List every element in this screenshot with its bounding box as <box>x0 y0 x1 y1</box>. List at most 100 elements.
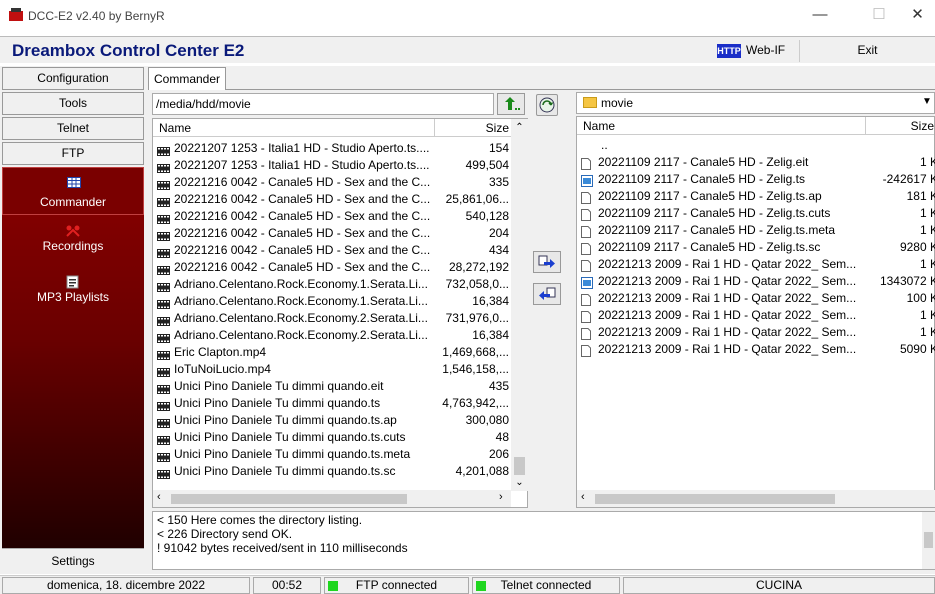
left-path-field[interactable]: /media/hdd/movie <box>152 93 494 115</box>
right-file-row[interactable]: 20221109 2117 - Canale5 HD - Zelig.ts.me… <box>577 222 935 239</box>
left-file-row[interactable]: Adriano.Celentano.Rock.Economy.1.Serata.… <box>153 293 509 310</box>
tab-commander[interactable]: Commander <box>148 67 226 90</box>
copy-right-button[interactable] <box>533 251 561 273</box>
right-file-row[interactable]: 20221213 2009 - Rai 1 HD - Qatar 2022_ S… <box>577 307 935 324</box>
file-size: 1 KB <box>919 325 935 339</box>
left-file-row[interactable]: 20221216 0042 - Canale5 HD - Sex and the… <box>153 242 509 259</box>
left-file-list[interactable]: Name Size ⌃ ⌄ ‹ › 20221207 1253 - Italia… <box>152 118 528 508</box>
scroll-left-icon[interactable]: ‹ <box>581 491 585 503</box>
app-header: Dreambox Control Center E2 HTTP Web-IF E… <box>0 36 935 63</box>
mp3-playlists-item[interactable]: MP3 Playlists <box>2 274 144 304</box>
left-file-row[interactable]: Unici Pino Daniele Tu dimmi quando.ts.sc… <box>153 463 509 480</box>
nav-tools-button[interactable]: Tools <box>2 92 144 115</box>
right-file-row[interactable]: 20221213 2009 - Rai 1 HD - Qatar 2022_ S… <box>577 324 935 341</box>
log-scroll-thumb[interactable] <box>924 532 933 548</box>
right-file-list[interactable]: Name Size ‹ .. 20221109 2117 - Canale5 HD… <box>576 116 935 508</box>
minimize-button[interactable]: — <box>797 0 843 32</box>
commander-item[interactable]: Commander <box>2 167 144 215</box>
left-file-row[interactable]: Unici Pino Daniele Tu dimmi quando.eit 43… <box>153 378 509 395</box>
ftp-status-label: FTP connected <box>355 578 438 592</box>
left-col-name-header[interactable]: Name <box>153 119 435 137</box>
settings-button[interactable]: Settings <box>2 548 144 572</box>
right-file-row[interactable]: 20221213 2009 - Rai 1 HD - Qatar 2022_ S… <box>577 341 935 358</box>
right-file-row[interactable]: 20221213 2009 - Rai 1 HD - Qatar 2022_ S… <box>577 256 935 273</box>
nav-configuration-button[interactable]: Configuration <box>2 67 144 90</box>
scroll-up-icon[interactable]: ⌃ <box>511 119 528 136</box>
right-col-size-header[interactable]: Size <box>866 117 934 135</box>
left-file-row[interactable]: Unici Pino Daniele Tu dimmi quando.ts.me… <box>153 446 509 463</box>
file-size: 732,058,0... <box>445 277 509 291</box>
http-icon[interactable]: HTTP <box>717 44 741 58</box>
movie-file-icon <box>157 280 170 292</box>
ftp-log[interactable]: < 150 Here comes the directory listing. … <box>152 511 935 570</box>
mp3-playlist-icon <box>66 275 79 289</box>
file-name: Adriano.Celentano.Rock.Economy.2.Serata.… <box>174 311 428 325</box>
left-file-row[interactable]: 20221216 0042 - Canale5 HD - Sex and the… <box>153 225 509 242</box>
file-size: 48 <box>495 430 509 444</box>
left-col-size-header[interactable]: Size <box>435 119 511 137</box>
recordings-item[interactable]: Recordings <box>2 223 144 253</box>
left-file-row[interactable]: IoTuNoiLucio.mp4 1,546,158,... <box>153 361 509 378</box>
left-file-row[interactable]: Unici Pino Daniele Tu dimmi quando.ts 4,7… <box>153 395 509 412</box>
nav-telnet-button[interactable]: Telnet <box>2 117 144 140</box>
left-file-row[interactable]: 20221216 0042 - Canale5 HD - Sex and the… <box>153 208 509 225</box>
file-size: 1 KB <box>919 155 935 169</box>
right-horizontal-scrollbar[interactable]: ‹ <box>577 490 935 507</box>
left-file-row[interactable]: 20221216 0042 - Canale5 HD - Sex and the… <box>153 174 509 191</box>
left-file-row[interactable]: Adriano.Celentano.Rock.Economy.1.Serata.… <box>153 276 509 293</box>
file-size: 5090 KB <box>899 342 935 356</box>
copy-left-button[interactable] <box>533 283 561 305</box>
file-size: 100 KB <box>906 291 935 305</box>
file-name: Unici Pino Daniele Tu dimmi quando.ts.cu… <box>174 430 406 444</box>
right-file-row[interactable]: 20221109 2117 - Canale5 HD - Zelig.ts.sc… <box>577 239 935 256</box>
log-line: ! 91042 bytes received/sent in 110 milli… <box>157 541 408 555</box>
file-size: 1343072 KB <box>879 274 935 288</box>
dropdown-arrow-icon[interactable]: ▼ <box>922 96 932 107</box>
tab-strip-line <box>148 89 935 90</box>
left-vertical-scrollbar[interactable]: ⌃ ⌄ <box>511 119 528 491</box>
right-hscroll-thumb[interactable] <box>595 494 835 504</box>
right-file-row[interactable]: 20221109 2117 - Canale5 HD - Zelig.eit 1 … <box>577 154 935 171</box>
close-button[interactable]: ✕ <box>900 0 935 32</box>
right-file-row[interactable]: 20221109 2117 - Canale5 HD - Zelig.ts.ap… <box>577 188 935 205</box>
left-horizontal-scrollbar[interactable]: ‹ › <box>153 490 511 507</box>
left-vscroll-thumb[interactable] <box>514 457 525 475</box>
movie-file-icon <box>157 331 170 343</box>
left-file-row[interactable]: Adriano.Celentano.Rock.Economy.2.Serata.… <box>153 327 509 344</box>
exit-button[interactable]: Exit <box>800 39 935 62</box>
right-file-row[interactable]: .. <box>577 137 935 154</box>
maximize-button[interactable]: ☐ <box>856 0 902 32</box>
right-file-row[interactable]: 20221213 2009 - Rai 1 HD - Qatar 2022_ S… <box>577 290 935 307</box>
right-file-row[interactable]: 20221109 2117 - Canale5 HD - Zelig.ts -24… <box>577 171 935 188</box>
refresh-button[interactable] <box>536 94 558 116</box>
left-file-row[interactable]: Adriano.Celentano.Rock.Economy.2.Serata.… <box>153 310 509 327</box>
scroll-right-icon[interactable]: › <box>499 491 503 503</box>
left-file-row[interactable]: Unici Pino Daniele Tu dimmi quando.ts.ap… <box>153 412 509 429</box>
folder-icon <box>583 97 597 108</box>
movie-file-icon <box>157 467 170 479</box>
left-file-row[interactable]: Unici Pino Daniele Tu dimmi quando.ts.cu… <box>153 429 509 446</box>
left-file-row[interactable]: 20221207 1253 - Italia1 HD - Studio Aper… <box>153 140 509 157</box>
left-file-row[interactable]: 20221207 1253 - Italia1 HD - Studio Aper… <box>153 157 509 174</box>
left-file-row[interactable]: 20221216 0042 - Canale5 HD - Sex and the… <box>153 259 509 276</box>
file-name: Unici Pino Daniele Tu dimmi quando.ts <box>174 396 381 410</box>
right-path-combo[interactable]: movie ▼ <box>576 92 935 114</box>
file-name: 20221216 0042 - Canale5 HD - Sex and the… <box>174 243 431 257</box>
parent-folder-button[interactable] <box>497 93 525 115</box>
file-name: 20221216 0042 - Canale5 HD - Sex and the… <box>174 175 431 189</box>
scroll-down-icon[interactable]: ⌄ <box>511 474 528 491</box>
file-name: Unici Pino Daniele Tu dimmi quando.ts.ap <box>174 413 397 427</box>
nav-ftp-button[interactable]: FTP <box>2 142 144 165</box>
log-scrollbar[interactable] <box>922 512 935 569</box>
webif-button[interactable]: Web-IF <box>746 43 785 57</box>
right-file-row[interactable]: 20221109 2117 - Canale5 HD - Zelig.ts.cu… <box>577 205 935 222</box>
right-col-name-header[interactable]: Name <box>577 117 866 135</box>
left-file-row[interactable]: Eric Clapton.mp4 1,469,668,... <box>153 344 509 361</box>
left-file-row[interactable]: 20221216 0042 - Canale5 HD - Sex and the… <box>153 191 509 208</box>
scroll-left-icon[interactable]: ‹ <box>157 491 161 503</box>
file-name: 20221109 2117 - Canale5 HD - Zelig.ts.me… <box>598 223 836 237</box>
left-hscroll-thumb[interactable] <box>171 494 407 504</box>
file-name: 20221213 2009 - Rai 1 HD - Qatar 2022_ S… <box>598 308 857 322</box>
file-size: 25,861,06... <box>445 192 509 206</box>
right-file-row[interactable]: 20221213 2009 - Rai 1 HD - Qatar 2022_ S… <box>577 273 935 290</box>
